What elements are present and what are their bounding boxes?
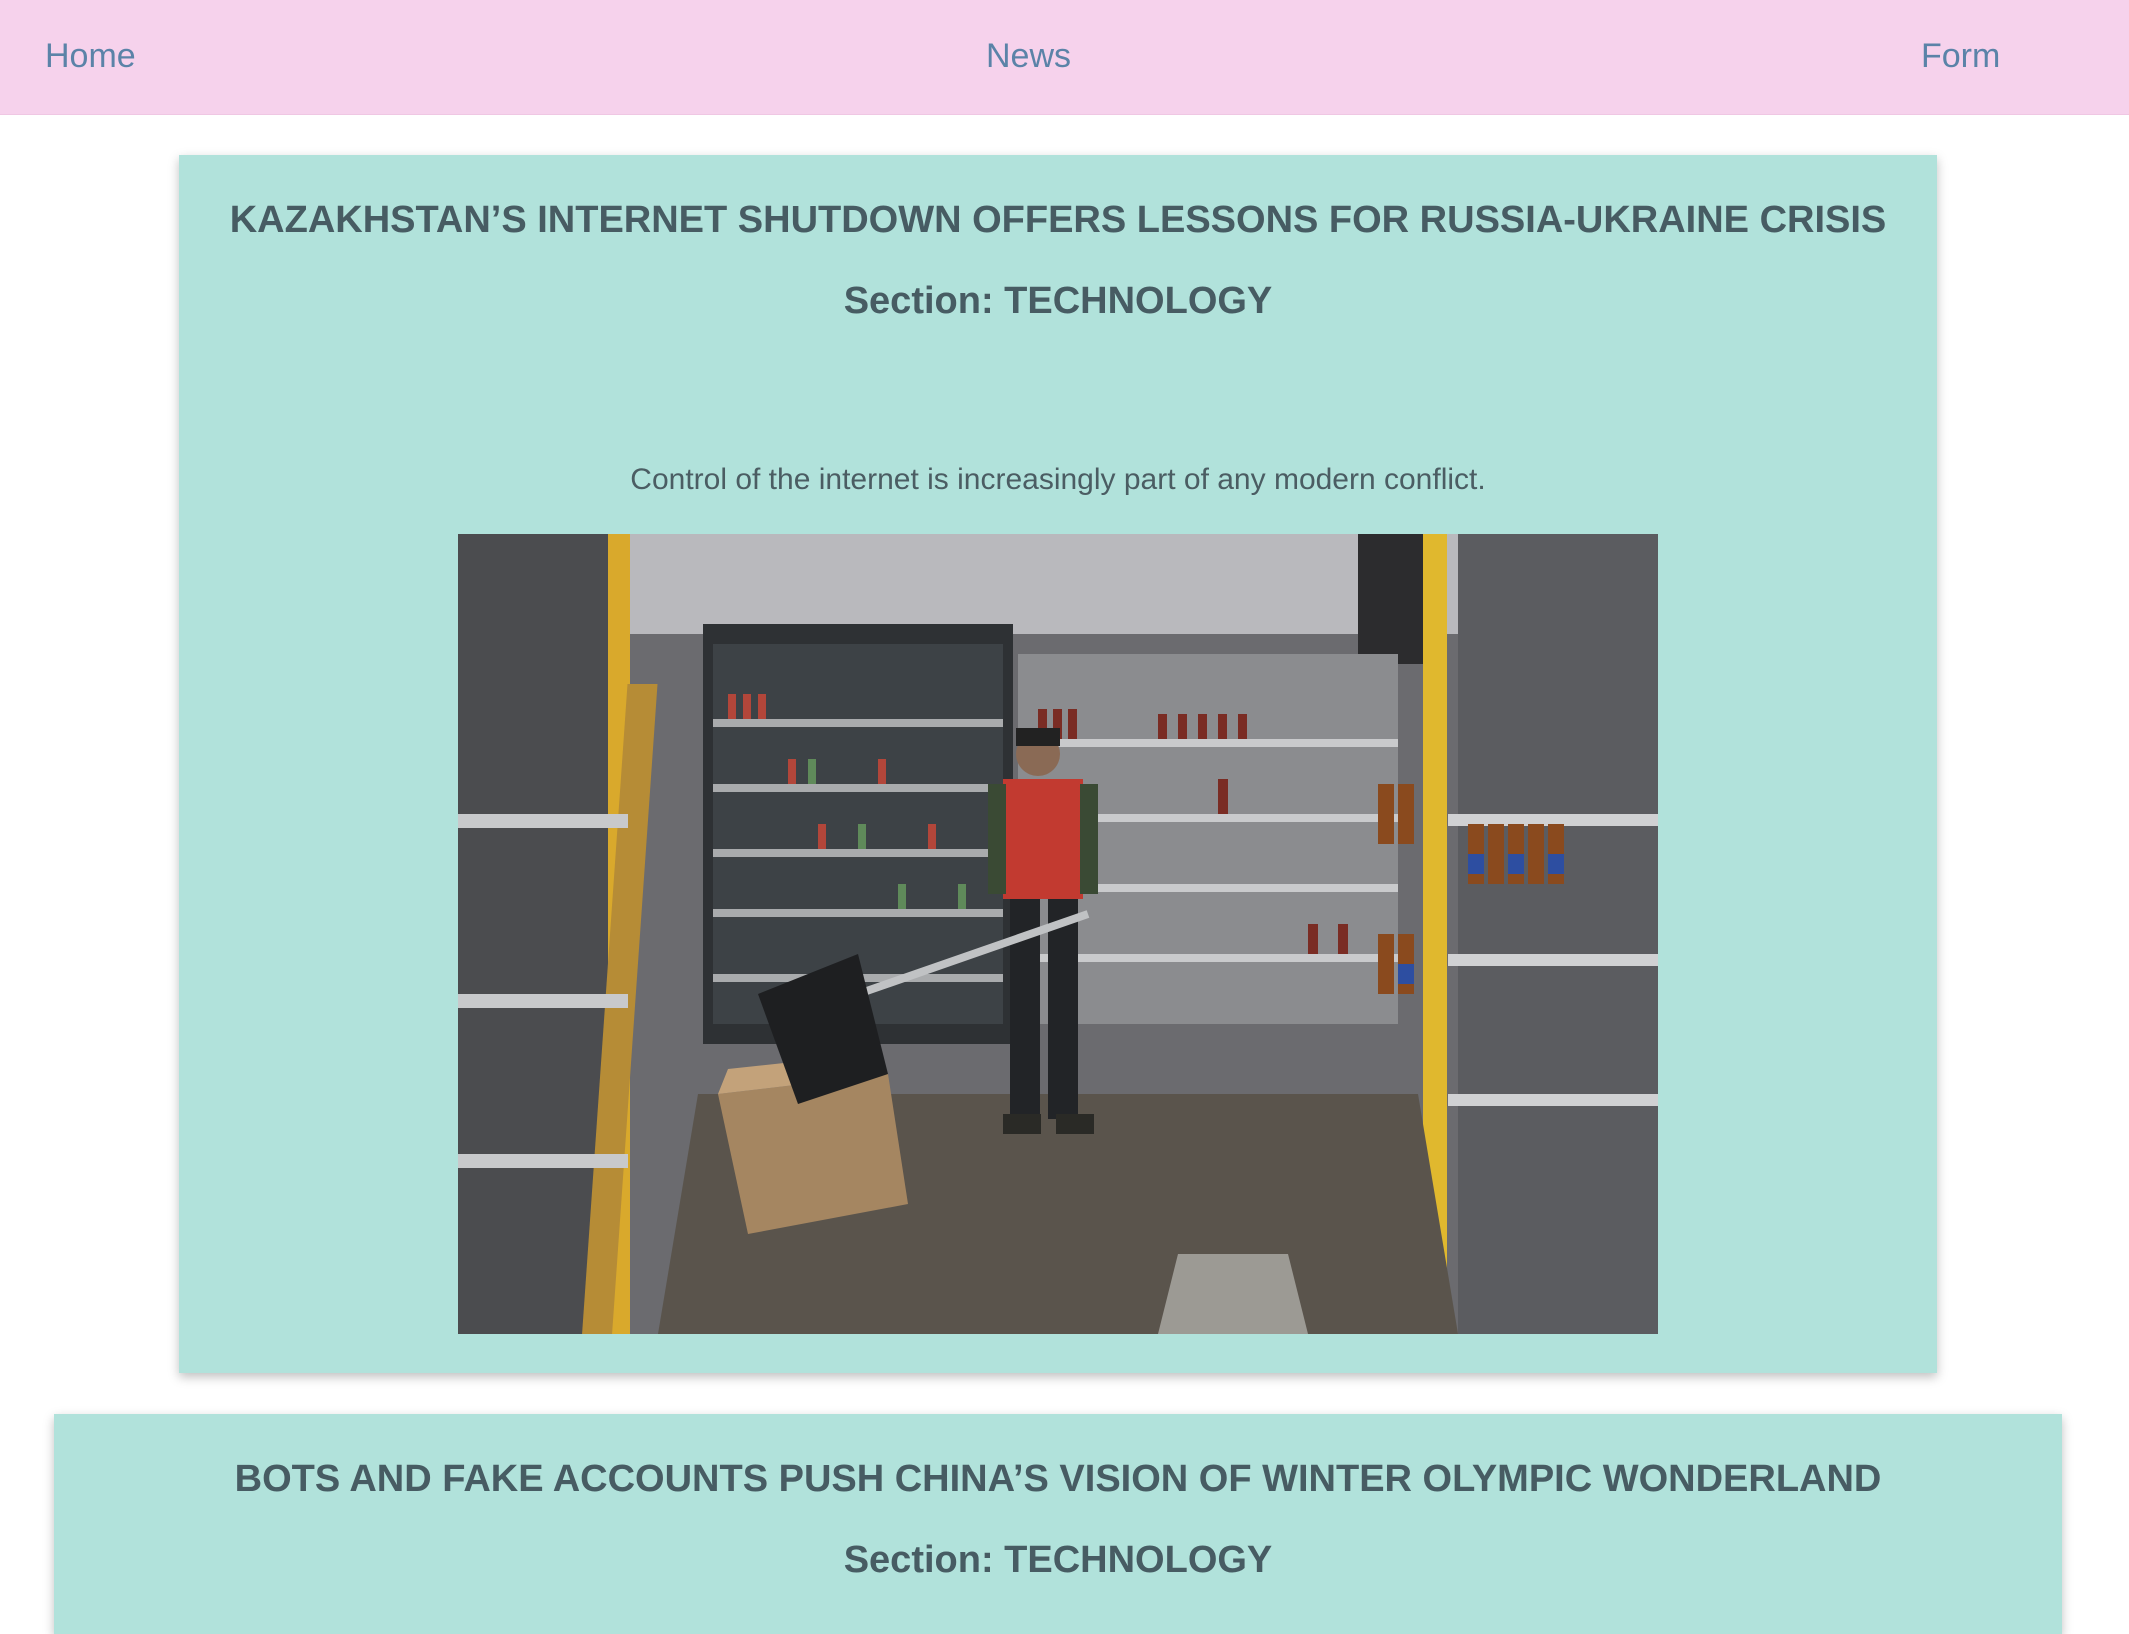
article-title[interactable]: KAZAKHSTAN’S INTERNET SHUTDOWN OFFERS LE… xyxy=(179,196,1937,244)
article-image[interactable] xyxy=(458,534,1658,1334)
nav-link-home[interactable]: Home xyxy=(45,36,136,76)
article-description: Control of the internet is increasingly … xyxy=(630,463,1486,496)
nav-link-form[interactable]: Form xyxy=(1921,36,2000,76)
top-navbar: Home News Form xyxy=(0,0,2129,115)
article-section: Section: TECHNOLOGY xyxy=(843,1539,1273,1581)
article-title[interactable]: BOTS AND FAKE ACCOUNTS PUSH CHINA’S VISI… xyxy=(179,1455,1937,1503)
article-section: Section: TECHNOLOGY xyxy=(843,280,1273,322)
article-card: KAZAKHSTAN’S INTERNET SHUTDOWN OFFERS LE… xyxy=(179,155,1937,1373)
article-card: BOTS AND FAKE ACCOUNTS PUSH CHINA’S VISI… xyxy=(54,1414,2062,1634)
nav-link-news[interactable]: News xyxy=(986,36,1071,76)
